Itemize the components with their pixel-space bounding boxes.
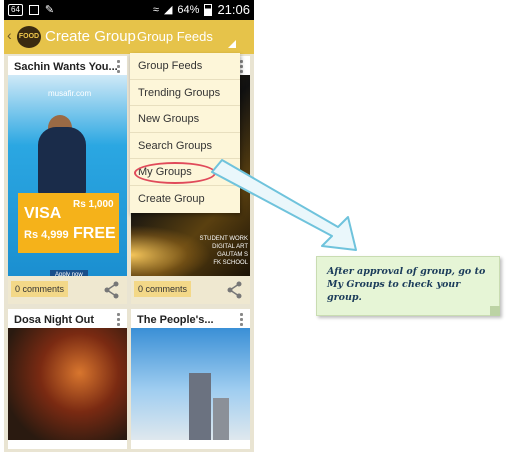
phone-screen: 64 ✎ ≈ ◢ 64% 21:06 ‹ FOOD Create Group G… xyxy=(4,0,254,452)
highlight-ring xyxy=(134,162,216,184)
dropdown-corner-icon xyxy=(228,40,236,48)
wifi-icon: ≈ xyxy=(152,3,159,16)
card-image[interactable] xyxy=(8,328,127,440)
screenshot-icon xyxy=(28,4,39,15)
ad-free: FREE xyxy=(73,225,116,242)
battery-icon xyxy=(204,3,213,16)
feed-card[interactable]: The People's... xyxy=(131,309,250,449)
card-image[interactable]: musafir.com VISA Rs 4,999 Rs 1,000 FREE … xyxy=(8,75,127,280)
overflow-menu-icon[interactable] xyxy=(240,60,244,75)
comments-button[interactable]: 0 comments xyxy=(134,281,192,297)
card-footer: 0 comments xyxy=(8,276,127,304)
callout-page-fold xyxy=(490,306,500,316)
ad-voucher: Rs 1,000 xyxy=(73,199,114,210)
ad-visa-price: Rs 4,999 xyxy=(24,229,69,241)
overflow-menu-icon[interactable] xyxy=(117,60,121,75)
share-icon[interactable] xyxy=(103,281,121,299)
building xyxy=(213,398,229,440)
ad-brand: musafir.com xyxy=(48,89,92,98)
menu-item-trending-groups[interactable]: Trending Groups xyxy=(130,80,240,107)
menu-item-search-groups[interactable]: Search Groups xyxy=(130,133,240,160)
pencil-icon: ✎ xyxy=(44,4,55,16)
share-icon[interactable] xyxy=(226,281,244,299)
card-title: Sachin Wants You... xyxy=(14,61,118,73)
page-title[interactable]: Create Group xyxy=(45,28,136,45)
back-chevron-icon[interactable]: ‹ xyxy=(7,27,12,43)
clock: 21:06 xyxy=(217,2,250,17)
status-bar: 64 ✎ ≈ ◢ 64% 21:06 xyxy=(4,0,254,20)
app-logo[interactable]: FOOD xyxy=(17,26,41,48)
group-feeds-spinner[interactable]: Group Feeds xyxy=(137,29,213,44)
overflow-menu-icon[interactable] xyxy=(117,313,121,328)
overflow-menu-icon[interactable] xyxy=(240,313,244,328)
signal-icon: ◢ xyxy=(163,4,173,16)
menu-item-group-feeds[interactable]: Group Feeds xyxy=(130,53,240,80)
menu-item-create-group[interactable]: Create Group xyxy=(130,186,240,213)
ad-person xyxy=(38,127,86,197)
notification-badge: 64 xyxy=(8,3,23,16)
card-title: Dosa Night Out xyxy=(14,314,95,326)
action-bar: ‹ FOOD Create Group Group Feeds xyxy=(4,20,254,54)
card-footer: 0 comments xyxy=(131,276,250,304)
ad-visa-text: VISA xyxy=(24,205,62,222)
battery-percent: 64% xyxy=(177,3,200,16)
image-caption: STUDENT WORK DIGITAL ART GAUTAM S FK SCH… xyxy=(199,236,248,266)
menu-item-new-groups[interactable]: New Groups xyxy=(130,106,240,133)
comments-button[interactable]: 0 comments xyxy=(11,281,69,297)
feed-card[interactable]: Sachin Wants You... musafir.com VISA Rs … xyxy=(8,56,127,304)
group-feeds-dropdown: Group Feeds Trending Groups New Groups S… xyxy=(130,53,240,213)
card-image[interactable] xyxy=(131,328,250,440)
feed-card[interactable]: Dosa Night Out xyxy=(8,309,127,449)
annotation-callout: After approval of group, go to My Groups… xyxy=(316,256,500,316)
card-title: The People's... xyxy=(137,314,214,326)
building xyxy=(189,373,211,440)
